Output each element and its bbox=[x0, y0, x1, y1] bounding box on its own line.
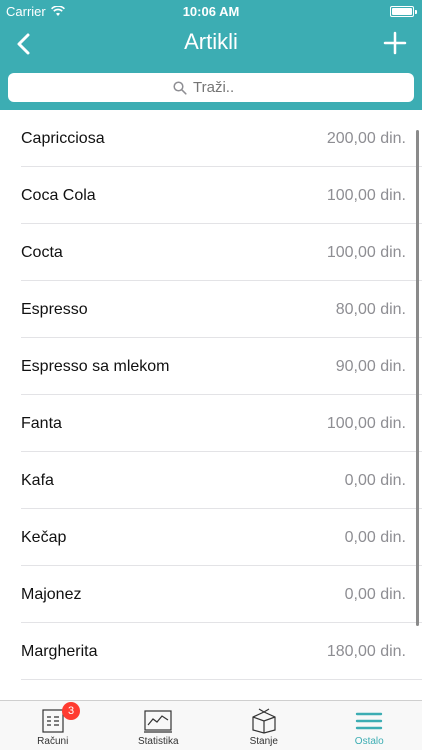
tab-statistika[interactable]: Statistika bbox=[106, 701, 212, 750]
search-bar bbox=[0, 66, 422, 110]
search-icon bbox=[173, 80, 187, 95]
list-item[interactable]: Capricciosa 200,00 din. bbox=[0, 110, 422, 167]
item-name: Margherita bbox=[21, 642, 98, 660]
item-name: Cocta bbox=[21, 243, 63, 261]
item-name: Kafa bbox=[21, 471, 54, 489]
item-name: Majonez bbox=[21, 585, 82, 603]
item-price: 180,00 din. bbox=[326, 642, 406, 660]
scrollbar[interactable] bbox=[416, 130, 419, 626]
page-title: Artikli bbox=[184, 29, 238, 54]
add-icon[interactable] bbox=[380, 28, 410, 58]
item-price: 0,00 din. bbox=[344, 471, 406, 489]
item-name: Espresso bbox=[21, 300, 88, 318]
item-price: 100,00 din. bbox=[326, 243, 406, 261]
tab-label: Ostalo bbox=[354, 736, 384, 747]
tab-stanje[interactable]: Stanje bbox=[211, 701, 317, 750]
item-price: 100,00 din. bbox=[326, 414, 406, 432]
tab-label: Statistika bbox=[137, 736, 179, 747]
navigation-bar: Artikli bbox=[0, 22, 422, 66]
item-price: 100,00 din. bbox=[326, 186, 406, 204]
list-item[interactable]: Coca Cola 100,00 din. bbox=[0, 167, 422, 224]
list-item[interactable]: Fanta 100,00 din. bbox=[0, 395, 422, 452]
item-name: Capricciosa bbox=[21, 129, 105, 147]
notification-badge: 3 bbox=[62, 702, 80, 720]
item-list: Capricciosa 200,00 din. Coca Cola 100,00… bbox=[0, 110, 422, 700]
list-item[interactable]: Cocta 100,00 din. bbox=[0, 224, 422, 281]
search-input[interactable] bbox=[193, 79, 249, 96]
item-price: 200,00 din. bbox=[326, 129, 406, 147]
item-name: Coca Cola bbox=[21, 186, 96, 204]
search-field[interactable] bbox=[8, 73, 414, 102]
tab-bar: 3 Računi Statistika Stanje Ostalo bbox=[0, 700, 422, 750]
menu-icon bbox=[356, 712, 383, 730]
list-item[interactable]: Kečap 0,00 din. bbox=[0, 509, 422, 566]
chart-icon bbox=[144, 710, 173, 733]
list-item[interactable]: Espresso 80,00 din. bbox=[0, 281, 422, 338]
item-price: 90,00 din. bbox=[335, 357, 406, 375]
item-name: Fanta bbox=[21, 414, 62, 432]
status-bar: Carrier 10:06 AM bbox=[0, 0, 422, 22]
list-item[interactable]: Kafa 0,00 din. bbox=[0, 452, 422, 509]
item-name: Espresso sa mlekom bbox=[21, 357, 170, 375]
tab-label: Stanje bbox=[249, 736, 278, 747]
item-name: Kečap bbox=[21, 528, 67, 546]
tab-label: Računi bbox=[37, 736, 69, 747]
list-item[interactable]: Majonez 0,00 din. bbox=[0, 566, 422, 623]
item-price: 0,00 din. bbox=[344, 585, 406, 603]
tab-ostalo[interactable]: Ostalo bbox=[317, 701, 422, 750]
status-time: 10:06 AM bbox=[182, 4, 240, 19]
battery-icon bbox=[390, 6, 417, 17]
item-price: 0,00 din. bbox=[344, 528, 406, 546]
tab-racuni[interactable]: 3 Računi bbox=[0, 701, 106, 750]
box-icon bbox=[252, 708, 276, 734]
list-item[interactable]: Margherita 180,00 din. bbox=[0, 623, 422, 680]
list-item[interactable]: Espresso sa mlekom 90,00 din. bbox=[0, 338, 422, 395]
item-price: 80,00 din. bbox=[335, 300, 406, 318]
